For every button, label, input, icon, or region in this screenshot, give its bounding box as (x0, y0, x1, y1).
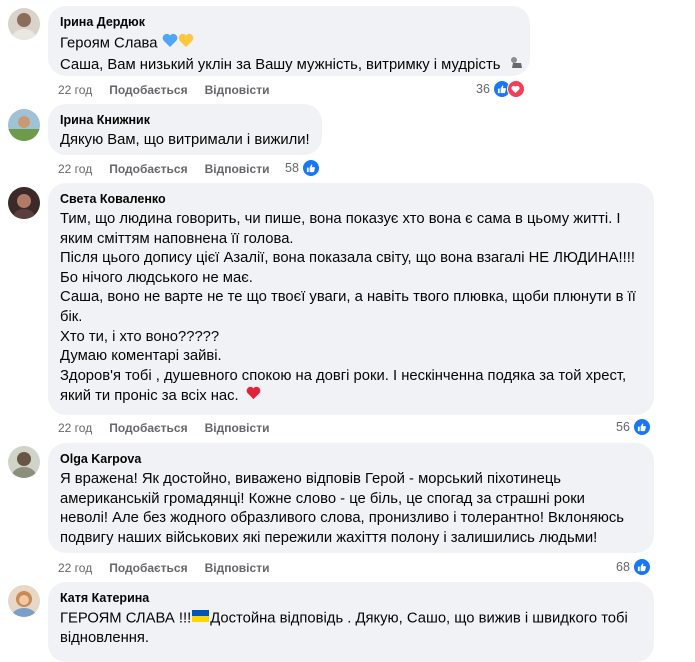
like-icon (301, 159, 320, 177)
comment-text: Саша, воно не варте не те що твоєї уваги… (60, 289, 636, 306)
comment-bubble: Катя Катерина ГЕРОЯМ СЛАВА !!! Достойна в… (48, 582, 654, 662)
comment-text-line: Саша, Вам низький уклін за Вашу мужність… (60, 55, 522, 76)
reply-button[interactable]: Відповісти (205, 561, 270, 575)
comment-author[interactable]: Ірина Дердюк (60, 14, 518, 30)
reaction-summary[interactable]: 58 (285, 159, 320, 177)
reaction-summary[interactable]: 36 (476, 80, 525, 98)
reaction-count: 58 (285, 161, 299, 175)
love-icon (506, 80, 525, 98)
comment-text-line: Героям Слава (60, 33, 518, 55)
reaction-count: 36 (476, 82, 490, 96)
comment-time[interactable]: 22 год (58, 421, 92, 435)
avatar[interactable] (8, 585, 40, 617)
like-button[interactable]: Подобається (109, 561, 187, 575)
comment-text: Думаю коментарі зайві. (60, 348, 222, 365)
comment-text: Хто ти, і хто воно????? (60, 328, 220, 345)
reaction-summary[interactable]: 56 (616, 418, 651, 436)
blue-heart-icon (162, 33, 178, 55)
comment-text: Я вражена! Як достойно, виважено відпові… (60, 471, 562, 487)
comment-text: Дякую Вам, що витримали і вижили! (60, 132, 310, 148)
comment-text: Після цього допису цієї Азалії, вона пок… (60, 250, 635, 267)
red-heart-icon (246, 386, 261, 407)
reaction-summary[interactable]: 68 (616, 558, 651, 576)
comment-text: бік. (60, 308, 83, 325)
comment-text: Достойна відповідь . Дякую, Сашо, що виж… (210, 610, 628, 627)
comment-text-line: ГЕРОЯМ СЛАВА !!! Достойна відповідь . Дяк… (60, 609, 642, 629)
bowing-person-icon (509, 55, 523, 76)
comment-bubble: Ірина Книжник Дякую Вам, що витримали і … (48, 104, 322, 155)
reply-button[interactable]: Відповісти (205, 162, 270, 176)
comment-text-line: який ти проніс за всіх нас. (60, 386, 642, 407)
like-button[interactable]: Подобається (109, 162, 187, 176)
reaction-count: 56 (616, 420, 630, 434)
yellow-heart-icon (178, 33, 194, 55)
like-icon (632, 418, 651, 436)
comment-text: яким сміттям наповнена її голова. (60, 230, 294, 247)
comment-time[interactable]: 22 год (58, 561, 92, 575)
ukraine-flag-icon (192, 609, 210, 629)
comment-actions: 22 год Подобається Відповісти (58, 421, 286, 435)
comment-text: Тим, що людина говорить, чи пише, вона п… (60, 211, 621, 227)
like-button[interactable]: Подобається (109, 421, 187, 435)
avatar[interactable] (8, 109, 40, 141)
comment-actions: 22 год Подобається Відповісти (58, 83, 286, 97)
comment-bubble: Ірина Дердюк Героям Слава Саша, Вам низь… (48, 6, 530, 76)
comment-time[interactable]: 22 год (58, 83, 92, 97)
comment-bubble: Света Коваленко Тим, що людина говорить,… (48, 183, 654, 415)
like-button[interactable]: Подобається (109, 83, 187, 97)
reply-button[interactable]: Відповісти (205, 421, 270, 435)
comment-time[interactable]: 22 год (58, 162, 92, 176)
comment-text: Здоров'я тобі , душевного спокою на довг… (60, 367, 627, 384)
comment-actions: 22 год Подобається Відповісти (58, 162, 286, 176)
comment-author[interactable]: Ірина Книжник (60, 112, 310, 128)
comment-actions: 22 год Подобається Відповісти (58, 561, 286, 575)
comment-text: американській громадянці! Кожне слово - … (60, 490, 585, 507)
avatar[interactable] (8, 446, 40, 478)
comment-text: подвигу наших військових які пережили жа… (60, 529, 598, 546)
comment-text: неволі! Але без жодного образливого слов… (60, 510, 624, 527)
comment-text: ГЕРОЯМ СЛАВА !!! (60, 610, 192, 627)
reply-button[interactable]: Відповісти (205, 83, 270, 97)
comment-text: Героям Слава (60, 35, 158, 52)
comment-author[interactable]: Света Коваленко (60, 191, 642, 207)
comment-text: який ти проніс за всіх нас. (60, 388, 239, 405)
comment-text: Бо нічого людського не має. (60, 269, 253, 286)
comment-text: Саша, Вам низький уклін за Вашу мужність… (60, 56, 501, 73)
comment-author[interactable]: Olga Karpova (60, 451, 642, 467)
avatar[interactable] (8, 8, 40, 40)
like-icon (632, 558, 651, 576)
avatar[interactable] (8, 187, 40, 219)
reaction-count: 68 (616, 560, 630, 574)
comment-author[interactable]: Катя Катерина (60, 590, 642, 606)
comment-bubble: Olga Karpova Я вражена! Як достойно, вив… (48, 443, 654, 553)
